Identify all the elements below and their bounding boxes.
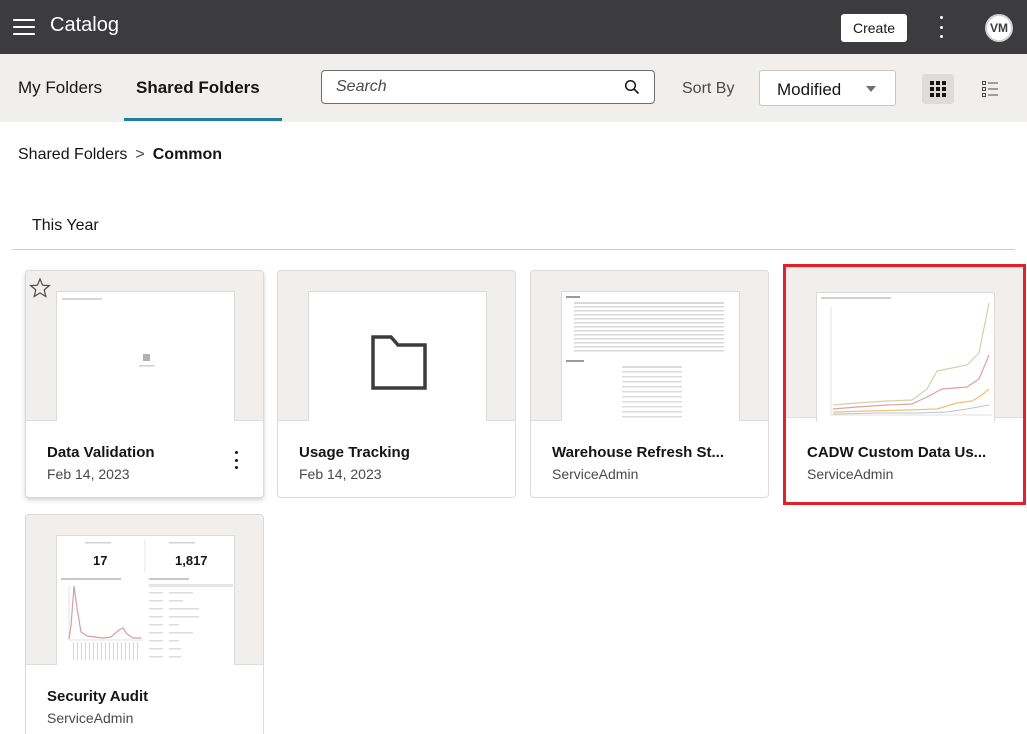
card-thumbnail-area [786, 268, 1023, 422]
tab-shared-folders[interactable]: Shared Folders [136, 78, 260, 98]
sort-value: Modified [777, 80, 842, 99]
breadcrumb-separator: > [135, 146, 145, 163]
grid-view-icon [930, 81, 946, 97]
folder-thumbnail [308, 291, 487, 421]
favorite-star-icon[interactable] [29, 277, 51, 299]
catalog-card-cadw-custom-data[interactable]: CADW Custom Data Us... ServiceAdmin [785, 267, 1024, 503]
report-thumbnail [561, 291, 740, 421]
search-box [321, 70, 655, 104]
app-header: Catalog Create VM [0, 0, 1027, 54]
section-divider [12, 249, 1015, 250]
card-subtitle: Feb 14, 2023 [47, 466, 130, 482]
chart-thumbnail [816, 292, 995, 422]
list-view-button[interactable] [974, 74, 1006, 104]
dashboard-thumbnail: 17 1,817 [56, 535, 235, 665]
report-thumbnail [56, 291, 235, 421]
card-thumbnail-area: 17 1,817 [26, 515, 263, 665]
card-subtitle: ServiceAdmin [807, 466, 894, 482]
card-subtitle: Feb 14, 2023 [299, 466, 382, 482]
card-thumbnail-area [531, 271, 768, 421]
catalog-card-security-audit[interactable]: 17 1,817 Security Audit ServiceAdmin [25, 514, 264, 734]
avatar[interactable]: VM [985, 14, 1013, 42]
breadcrumb-current: Common [152, 146, 223, 163]
card-title: Security Audit [47, 688, 149, 705]
card-subtitle: ServiceAdmin [552, 466, 639, 482]
sort-select[interactable]: Modified [759, 70, 896, 106]
card-thumbnail-area [278, 271, 515, 421]
catalog-toolbar: My Folders Shared Folders Sort By Modifi… [0, 54, 1027, 122]
list-view-icon [982, 81, 998, 97]
search-icon[interactable] [624, 79, 640, 95]
grid-view-button[interactable] [922, 74, 954, 104]
folder-icon [371, 335, 427, 390]
breadcrumb-shared-folders[interactable]: Shared Folders [18, 146, 127, 164]
card-title: Data Validation [47, 444, 155, 461]
card-more-options-icon[interactable] [231, 451, 241, 469]
catalog-card-warehouse-refresh[interactable]: Warehouse Refresh St... ServiceAdmin [530, 270, 769, 498]
app-title: Catalog [50, 14, 119, 36]
catalog-card-usage-tracking[interactable]: Usage Tracking Feb 14, 2023 [277, 270, 516, 498]
more-options-icon[interactable] [937, 16, 945, 38]
search-input[interactable] [336, 77, 616, 97]
active-tab-indicator [124, 118, 282, 121]
card-title: Warehouse Refresh St... [552, 444, 724, 461]
sort-by-label: Sort By [682, 80, 735, 97]
card-title: CADW Custom Data Us... [807, 444, 987, 461]
hamburger-menu-icon[interactable] [13, 19, 35, 35]
card-thumbnail-area [26, 271, 263, 421]
breadcrumb: Shared Folders > Common [18, 146, 222, 164]
catalog-card-data-validation[interactable]: Data Validation Feb 14, 2023 [25, 270, 264, 498]
section-title: This Year [32, 217, 99, 234]
card-title: Usage Tracking [299, 444, 410, 461]
chevron-down-icon [866, 86, 876, 92]
tab-my-folders[interactable]: My Folders [18, 78, 102, 98]
card-subtitle: ServiceAdmin [47, 710, 134, 726]
create-button[interactable]: Create [841, 14, 907, 42]
